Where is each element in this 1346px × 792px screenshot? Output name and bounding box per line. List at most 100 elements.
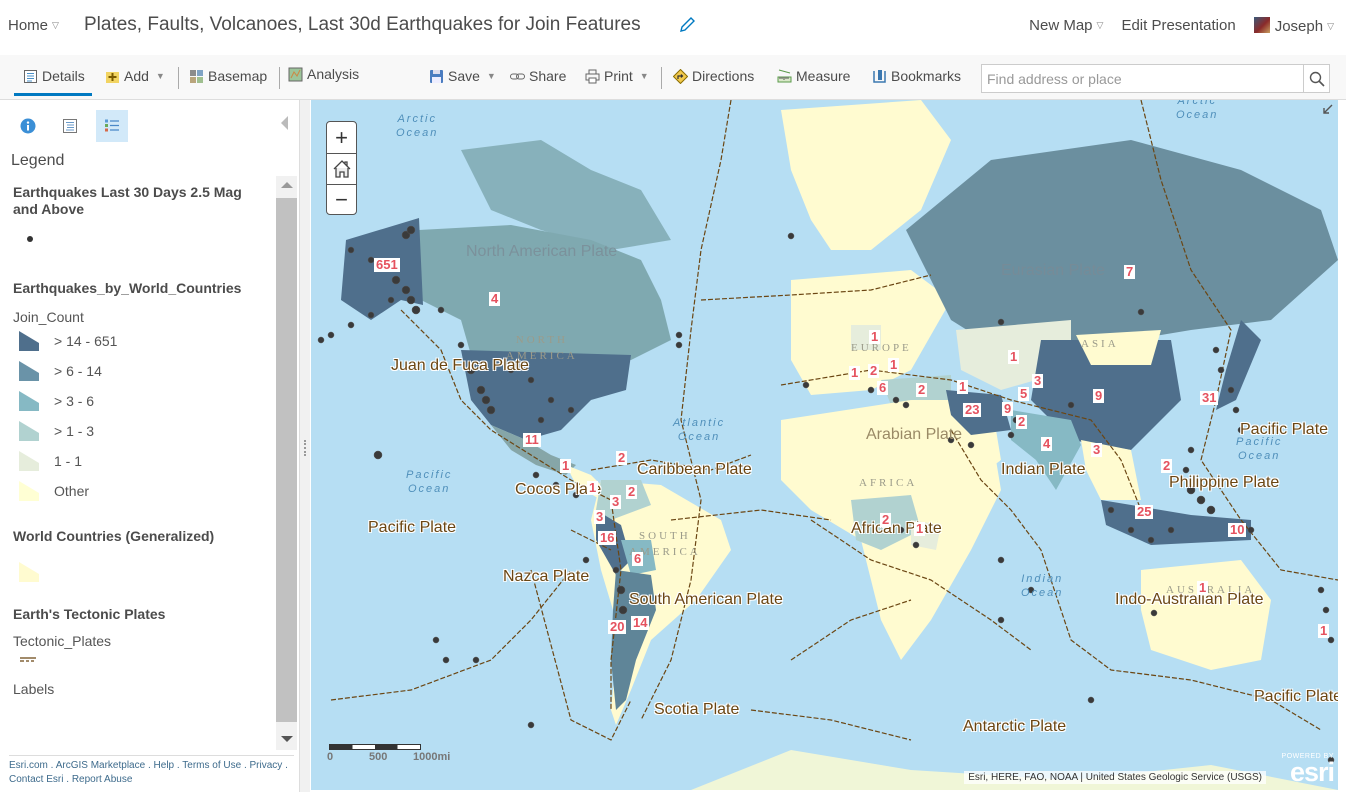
join-count-label[interactable]: 2: [1161, 459, 1173, 473]
save-button[interactable]: Save ▼: [429, 68, 496, 84]
esri-logo[interactable]: POWERED BY esri: [1282, 753, 1335, 786]
bookmarks-button[interactable]: Bookmarks: [872, 68, 961, 84]
about-tab[interactable]: [12, 110, 44, 142]
legend-tab[interactable]: [96, 110, 128, 142]
map-view[interactable]: Arctic Ocean Atlantic Ocean Pacific Ocea…: [311, 100, 1338, 790]
plate-label: Juan de Fuca Plate: [391, 357, 529, 374]
ocean-label: Pacific Ocean: [1236, 436, 1283, 462]
legend-field-name: Join_Count: [13, 309, 84, 325]
land-antarctica: [691, 750, 1338, 790]
footer-link[interactable]: ArcGIS Marketplace: [56, 760, 145, 771]
join-count-label[interactable]: 25: [1135, 505, 1154, 519]
search-input[interactable]: [982, 65, 1302, 92]
join-count-label[interactable]: 1: [587, 481, 599, 495]
footer-link[interactable]: Help: [154, 760, 175, 771]
scroll-down-arrow-icon[interactable]: [281, 736, 293, 742]
footer-link[interactable]: Privacy: [250, 760, 283, 771]
scale-bar: 0 500 1000mi: [327, 744, 450, 764]
home-menu[interactable]: Home ▽: [8, 17, 59, 34]
join-count-label[interactable]: 31: [1200, 391, 1219, 405]
join-count-label[interactable]: 4: [1041, 437, 1053, 451]
expand-map-icon[interactable]: [1320, 103, 1334, 117]
join-count-label[interactable]: 5: [1018, 387, 1030, 401]
add-button[interactable]: Add ▼: [105, 68, 165, 84]
chevron-down-icon: ▽: [1327, 21, 1334, 31]
join-count-label[interactable]: 1: [869, 330, 881, 344]
join-count-label[interactable]: 3: [1091, 443, 1103, 457]
plate-label: South American Plate: [629, 591, 783, 608]
footer-link[interactable]: Esri.com: [9, 760, 48, 771]
directions-button[interactable]: Directions: [673, 68, 754, 84]
join-count-label[interactable]: 4: [489, 292, 501, 306]
legend-class-label: > 1 - 3: [54, 423, 95, 439]
legend-layer-title: Labels: [13, 681, 55, 697]
join-count-label[interactable]: 9: [1093, 389, 1105, 403]
zoom-out-button[interactable]: −: [327, 184, 356, 215]
join-count-label[interactable]: 2: [1016, 415, 1028, 429]
join-count-label[interactable]: 1: [1318, 624, 1330, 638]
details-button[interactable]: Details: [23, 68, 85, 84]
legend-class-row: > 14 - 651: [13, 326, 268, 356]
scale-label: 0: [327, 751, 334, 763]
footer-link[interactable]: Report Abuse: [72, 774, 133, 785]
legend-class-row: > 6 - 14: [13, 356, 268, 386]
join-count-label[interactable]: 16: [598, 531, 617, 545]
scroll-up-arrow-icon[interactable]: [281, 182, 293, 188]
join-count-label[interactable]: 1: [914, 522, 926, 536]
join-count-label[interactable]: 2: [880, 513, 892, 527]
content-tab[interactable]: [54, 110, 86, 142]
join-count-label[interactable]: 2: [916, 383, 928, 397]
share-button[interactable]: Share: [510, 68, 566, 84]
chevron-down-icon: ▽: [52, 20, 59, 30]
basemap-button[interactable]: Basemap: [189, 68, 267, 84]
measure-button[interactable]: Measure: [777, 68, 850, 84]
share-link-icon: [510, 73, 525, 79]
join-count-label[interactable]: 6: [877, 381, 889, 395]
join-count-label[interactable]: 9: [1002, 402, 1014, 416]
join-count-label[interactable]: 651: [374, 258, 400, 272]
dropdown-arrow-icon: ▼: [639, 71, 649, 81]
join-count-label[interactable]: 3: [1032, 374, 1044, 388]
join-count-label[interactable]: 1: [1008, 350, 1020, 364]
join-count-label[interactable]: 6: [632, 552, 644, 566]
zoom-control: + −: [326, 121, 357, 215]
zoom-in-button[interactable]: +: [327, 122, 356, 153]
join-count-label[interactable]: 7: [1124, 265, 1136, 279]
join-count-label[interactable]: 10: [1228, 523, 1247, 537]
search-button[interactable]: [1303, 65, 1329, 92]
join-count-label[interactable]: 14: [631, 616, 650, 630]
edit-presentation-button[interactable]: Edit Presentation: [1121, 17, 1235, 35]
directions-label: Directions: [692, 68, 755, 84]
join-count-label[interactable]: 3: [594, 510, 606, 524]
legend-field-name: Tectonic_Plates: [13, 633, 112, 649]
print-button[interactable]: Print ▼: [585, 68, 649, 84]
join-count-label[interactable]: 11: [523, 433, 541, 447]
join-count-label[interactable]: 1: [849, 366, 861, 380]
analysis-button[interactable]: Analysis: [288, 66, 359, 82]
join-count-label[interactable]: 3: [610, 495, 622, 509]
footer-link[interactable]: Contact Esri: [9, 774, 63, 785]
edit-title-pencil-icon[interactable]: [678, 16, 696, 34]
user-menu[interactable]: Joseph ▽: [1253, 17, 1334, 35]
plate-label: African Plate: [851, 520, 942, 537]
collapse-panel-button[interactable]: [281, 116, 288, 130]
join-count-label[interactable]: 2: [868, 364, 880, 378]
join-count-label[interactable]: 23: [963, 403, 982, 417]
join-count-label[interactable]: 2: [626, 485, 638, 499]
plate-label: Pacific Plate: [1240, 421, 1329, 438]
join-count-label[interactable]: 1: [560, 459, 572, 473]
scrollbar-thumb[interactable]: [276, 198, 297, 722]
join-count-label[interactable]: 1: [888, 358, 900, 372]
join-count-label[interactable]: 2: [616, 451, 628, 465]
ocean-label: Atlantic Ocean: [673, 417, 726, 443]
join-count-label[interactable]: 20: [608, 620, 627, 634]
footer-link[interactable]: Terms of Use: [182, 760, 241, 771]
legend-layer-title: Earthquakes_by_World_Countries: [13, 280, 242, 296]
panel-resize-handle[interactable]: [300, 100, 310, 792]
new-map-menu[interactable]: New Map ▽: [1029, 17, 1103, 35]
legend-swatch: [19, 361, 39, 381]
home-extent-button[interactable]: [327, 153, 356, 184]
join-count-label[interactable]: 1: [957, 380, 969, 394]
legend-scrollbar[interactable]: [276, 176, 297, 750]
join-count-label[interactable]: 1: [1197, 581, 1209, 595]
